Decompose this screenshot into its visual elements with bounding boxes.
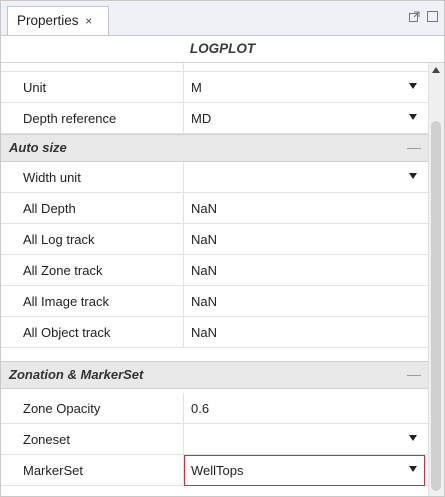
property-row-unit[interactable]: Unit M [1, 72, 429, 103]
property-name: Zoneset [23, 432, 70, 447]
column-separator [183, 317, 184, 348]
column-separator [183, 224, 184, 255]
dropdown-arrow-icon[interactable] [409, 435, 417, 441]
property-row-all-log-track[interactable]: All Log track NaN [1, 224, 429, 255]
maximize-icon[interactable] [427, 11, 438, 22]
property-value[interactable]: M [191, 72, 391, 103]
property-name: MarkerSet [23, 463, 83, 478]
property-row-all-zone-track[interactable]: All Zone track NaN [1, 255, 429, 286]
property-row-zone-opacity[interactable]: Zone Opacity 0.6 [1, 393, 429, 424]
tab-strip: Properties × [1, 1, 444, 36]
column-separator [183, 424, 184, 455]
group-title: Auto size [9, 140, 67, 155]
property-row-hidden [1, 63, 429, 72]
property-name: Unit [23, 80, 47, 95]
tab-properties[interactable]: Properties × [7, 6, 109, 35]
property-value[interactable]: WellTops [191, 455, 391, 486]
scrollbar-thumb[interactable] [431, 121, 441, 491]
collapse-icon[interactable]: — [407, 362, 421, 386]
scroll-up-icon[interactable] [432, 67, 440, 73]
properties-panel: Properties × LOGPLOT Unit M Depth refere… [0, 0, 445, 497]
property-row-all-image-track[interactable]: All Image track NaN [1, 286, 429, 317]
column-separator [183, 193, 184, 224]
window-controls [409, 11, 438, 22]
property-value[interactable]: NaN [191, 224, 391, 255]
close-icon[interactable]: × [85, 14, 92, 28]
column-separator [183, 72, 184, 103]
property-value[interactable]: NaN [191, 193, 391, 224]
dropdown-arrow-icon[interactable] [409, 83, 417, 89]
property-value[interactable]: NaN [191, 255, 391, 286]
property-name: All Object track [23, 325, 111, 340]
column-separator [183, 162, 184, 193]
tab-label: Properties [17, 13, 79, 28]
property-value[interactable]: NaN [191, 286, 391, 317]
dropdown-arrow-icon[interactable] [409, 466, 417, 472]
group-header-auto-size[interactable]: Auto size — [1, 134, 429, 162]
property-row-depth-reference[interactable]: Depth reference MD [1, 103, 429, 134]
column-separator [183, 255, 184, 286]
popout-icon[interactable] [409, 11, 420, 22]
property-value[interactable]: 0.6 [191, 393, 391, 424]
column-separator [183, 63, 184, 72]
property-row-all-depth[interactable]: All Depth NaN [1, 193, 429, 224]
vertical-scrollbar[interactable] [428, 63, 444, 496]
panel-title: LOGPLOT [1, 36, 444, 63]
property-row-all-object-track[interactable]: All Object track NaN [1, 317, 429, 348]
property-name: Depth reference [23, 111, 117, 126]
column-separator [183, 286, 184, 317]
property-name: All Log track [23, 232, 95, 247]
property-name: Zone Opacity [23, 401, 101, 416]
property-name: All Image track [23, 294, 109, 309]
column-separator [183, 393, 184, 424]
collapse-icon[interactable]: — [407, 135, 421, 159]
property-name: Width unit [23, 170, 81, 185]
property-row-width-unit[interactable]: Width unit [1, 162, 429, 193]
property-name: All Zone track [23, 263, 103, 278]
property-row-markerset[interactable]: MarkerSet WellTops [1, 455, 429, 486]
property-name: All Depth [23, 201, 76, 216]
group-header-zonation-markerset[interactable]: Zonation & MarkerSet — [1, 361, 429, 389]
dropdown-arrow-icon[interactable] [409, 173, 417, 179]
dropdown-arrow-icon[interactable] [409, 114, 417, 120]
column-separator [183, 103, 184, 134]
property-row-zoneset[interactable]: Zoneset [1, 424, 429, 455]
property-value[interactable]: MD [191, 103, 391, 134]
property-grid: Unit M Depth reference MD Auto size — Wi… [1, 63, 429, 496]
property-value[interactable]: NaN [191, 317, 391, 348]
group-title: Zonation & MarkerSet [9, 367, 144, 382]
